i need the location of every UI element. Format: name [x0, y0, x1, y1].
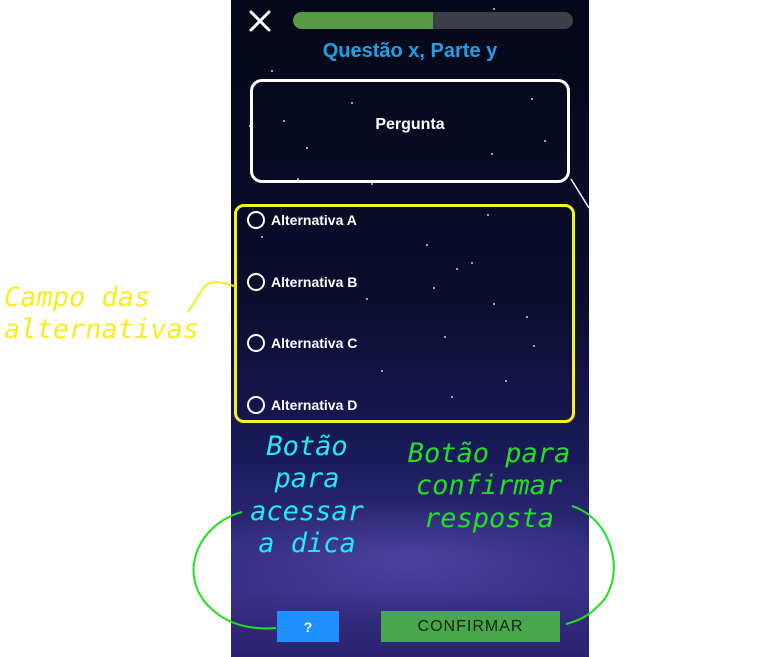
progress-bar [293, 12, 573, 29]
hint-annotation: Botão para acessar a dica [250, 431, 364, 560]
radio-icon[interactable] [247, 273, 265, 291]
option-d[interactable]: Alternativa D [247, 395, 357, 415]
option-b[interactable]: Alternativa B [247, 272, 357, 292]
star [371, 183, 373, 185]
option-a[interactable]: Alternativa A [247, 210, 357, 230]
confirm-annotation: Botão para confirmar resposta [407, 438, 571, 534]
progress-fill [293, 12, 433, 29]
option-label: Alternativa B [271, 274, 358, 290]
options-field: Alternativa A Alternativa B Alternativa … [234, 204, 575, 423]
question-text: Pergunta [375, 116, 445, 133]
question-box: Pergunta [250, 79, 570, 183]
radio-icon[interactable] [247, 334, 265, 352]
star [271, 70, 273, 72]
star [493, 8, 495, 10]
close-icon[interactable] [249, 10, 271, 32]
options-annotation-curve [187, 281, 235, 313]
option-label: Alternativa A [271, 212, 357, 228]
radio-icon[interactable] [247, 211, 265, 229]
option-c[interactable]: Alternativa C [247, 333, 357, 353]
option-label: Alternativa C [271, 335, 358, 351]
confirm-button[interactable]: CONFIRMAR [381, 611, 560, 642]
hint-button[interactable]: ? [277, 611, 339, 642]
option-label: Alternativa D [271, 397, 358, 413]
options-annotation: Campo das alternativas [4, 282, 200, 346]
question-title: Questão x, Parte y [322, 40, 498, 62]
radio-icon[interactable] [247, 396, 265, 414]
